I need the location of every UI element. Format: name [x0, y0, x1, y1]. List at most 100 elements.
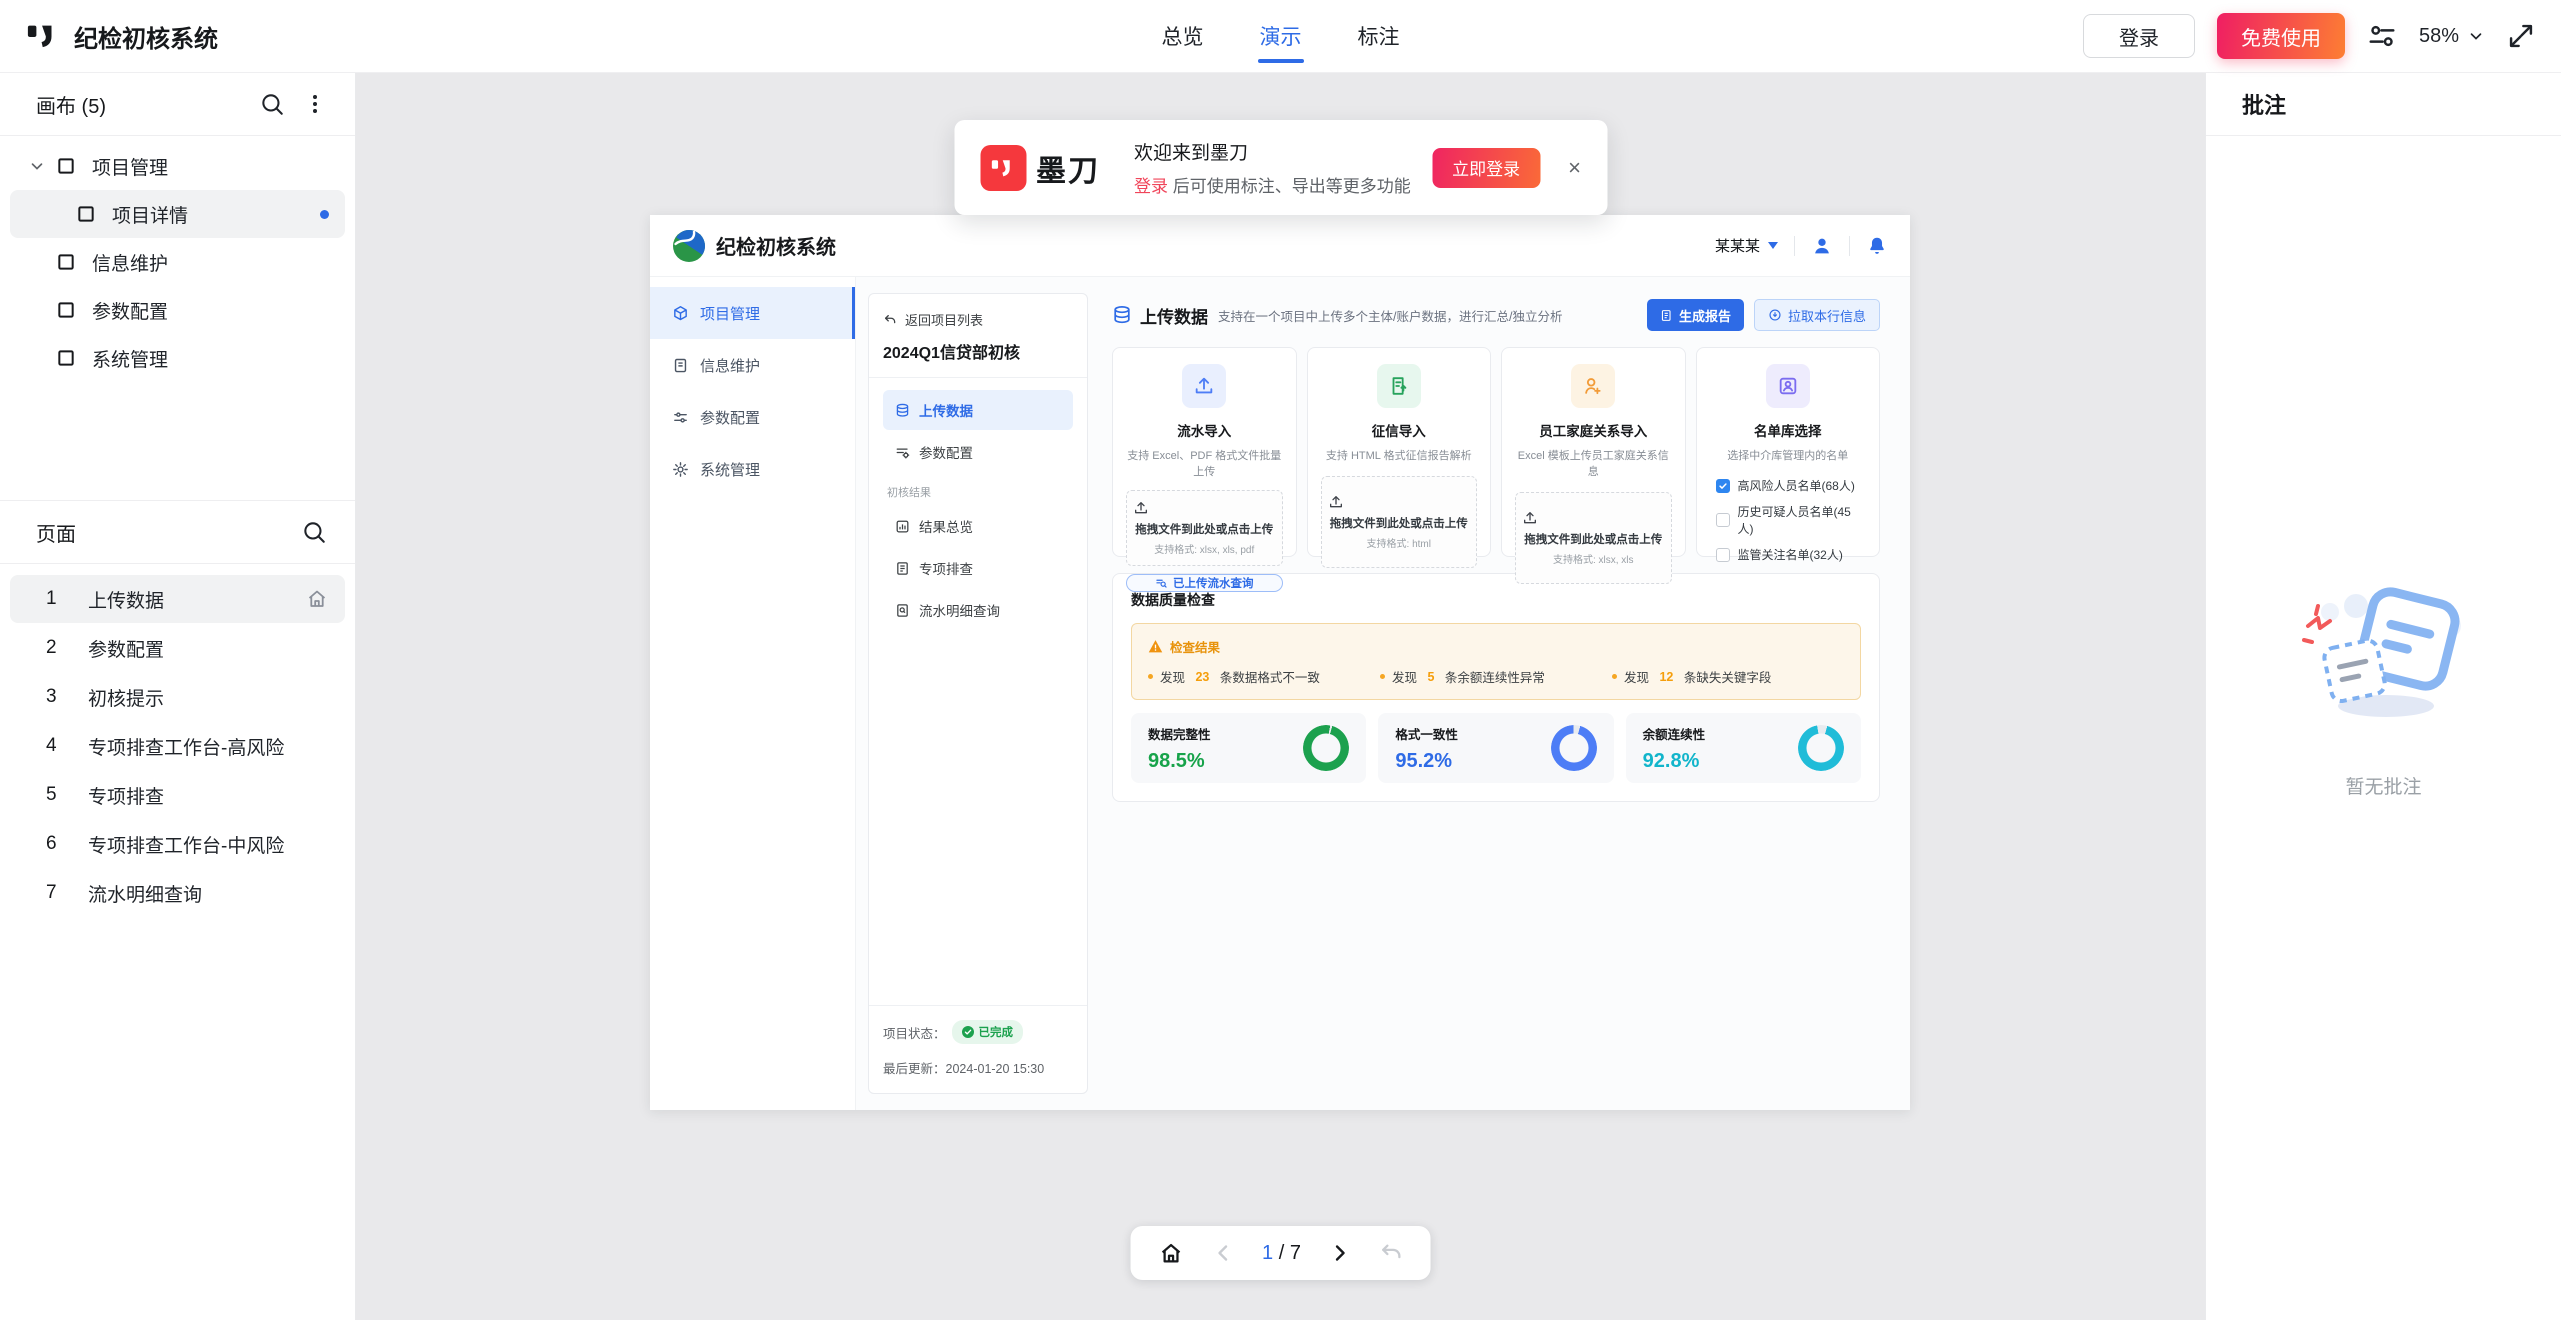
- panel-item-results-overview[interactable]: 结果总览: [883, 506, 1073, 546]
- drop-formats: 支持格式: html: [1328, 535, 1471, 550]
- fullscreen-icon[interactable]: [2507, 22, 2535, 50]
- checkbox-unchecked-icon[interactable]: [1716, 513, 1730, 527]
- frame-icon: [56, 252, 76, 272]
- panel-item-parameter-config[interactable]: 参数配置: [883, 432, 1073, 472]
- finding-count: 12: [1659, 670, 1673, 684]
- pull-bank-info-button[interactable]: 拉取本行信息: [1754, 299, 1880, 331]
- divider: [869, 377, 1087, 378]
- tree-item-system-management[interactable]: 系统管理: [0, 334, 355, 382]
- tab-overview[interactable]: 总览: [1162, 0, 1204, 72]
- search-icon[interactable]: [301, 519, 327, 545]
- page-number: 1: [46, 588, 62, 610]
- finding-count: 23: [1195, 670, 1209, 684]
- tab-annotate[interactable]: 标注: [1358, 0, 1400, 72]
- card-desc: 支持 HTML 格式征信报告解析: [1321, 447, 1478, 463]
- login-now-button[interactable]: 立即登录: [1432, 148, 1540, 188]
- quality-title: 数据质量检查: [1131, 590, 1861, 610]
- donut-chart: [1303, 725, 1349, 771]
- page-row[interactable]: 6 专项排查工作台-中风险: [10, 820, 345, 868]
- panel-item-statement-detail[interactable]: 流水明细查询: [883, 590, 1073, 630]
- settings-sliders-icon[interactable]: [2367, 21, 2397, 51]
- nav-item-project-management[interactable]: 项目管理: [650, 287, 855, 339]
- restart-icon[interactable]: [1379, 1241, 1404, 1266]
- updated-value: 2024-01-20 15:30: [946, 1062, 1045, 1076]
- system-logo-icon: [672, 229, 706, 263]
- nav-item-system-management[interactable]: 系统管理: [650, 443, 855, 495]
- tree-item-info-maintenance[interactable]: 信息维护: [0, 238, 355, 286]
- login-link[interactable]: 登录: [1134, 177, 1168, 196]
- donut-chart: [1798, 725, 1844, 771]
- checkbox-suspicious-list[interactable]: 历史可疑人员名单(45人): [1716, 503, 1867, 537]
- bell-icon[interactable]: [1866, 235, 1888, 257]
- check-result-title: 检查结果: [1170, 637, 1220, 656]
- zoom-control[interactable]: 58%: [2419, 25, 2485, 48]
- checkbox-checked-icon[interactable]: [1716, 479, 1730, 493]
- tree-item-project-management[interactable]: 项目管理: [0, 142, 355, 190]
- page-row[interactable]: 2 参数配置: [10, 624, 345, 672]
- dropzone-family[interactable]: 拖拽文件到此处或点击上传 支持格式: xlsx, xls: [1515, 492, 1672, 584]
- document-search-icon: [895, 603, 910, 618]
- page-label: 专项排查工作台-中风险: [88, 831, 329, 858]
- page-label: 流水明细查询: [88, 880, 329, 907]
- person-plus-icon: [1571, 364, 1615, 408]
- document-up-icon: [1377, 364, 1421, 408]
- content-title: 上传数据: [1140, 303, 1208, 328]
- prototype-header: 纪检初核系统 某某某: [650, 215, 1910, 277]
- status-value: 已完成: [979, 1024, 1014, 1040]
- panel-item-special-check[interactable]: 专项排查: [883, 548, 1073, 588]
- close-icon[interactable]: ×: [1568, 155, 1581, 181]
- kebab-menu-icon[interactable]: [303, 92, 327, 116]
- banner-title: 欢迎来到墨刀: [1134, 138, 1411, 165]
- quality-metrics: 数据完整性 98.5% 格式一致性 95.2%: [1131, 713, 1861, 783]
- brand-name: 墨刀: [1036, 146, 1100, 190]
- tree-item-parameter-config[interactable]: 参数配置: [0, 286, 355, 334]
- prev-page-icon[interactable]: [1211, 1241, 1235, 1265]
- topbar-actions: 登录 免费使用 58%: [2083, 13, 2535, 59]
- generate-report-button[interactable]: 生成报告: [1647, 299, 1744, 331]
- free-use-button[interactable]: 免费使用: [2217, 13, 2345, 59]
- dropzone-credit[interactable]: 拖拽文件到此处或点击上传 支持格式: html: [1321, 476, 1478, 568]
- search-icon[interactable]: [259, 91, 285, 117]
- login-button[interactable]: 登录: [2083, 14, 2195, 58]
- back-to-projects[interactable]: 返回项目列表: [883, 310, 1073, 329]
- checkbox-regulatory-list[interactable]: 监管关注名单(32人): [1716, 546, 1867, 563]
- next-page-icon[interactable]: [1328, 1241, 1352, 1265]
- app-brand: 纪检初核系统: [26, 19, 218, 54]
- user-menu[interactable]: 某某某: [1715, 235, 1760, 256]
- page-indicator: 1 / 7: [1262, 1242, 1301, 1265]
- home-icon: [305, 587, 329, 611]
- page-row[interactable]: 4 专项排查工作台-高风险: [10, 722, 345, 770]
- page-row[interactable]: 3 初核提示: [10, 673, 345, 721]
- card-title: 流水导入: [1126, 420, 1283, 440]
- page-row[interactable]: 7 流水明细查询: [10, 869, 345, 917]
- checkbox-high-risk-list[interactable]: 高风险人员名单(68人): [1716, 477, 1867, 494]
- tree-item-label: 参数配置: [92, 297, 168, 324]
- page-row[interactable]: 1 上传数据: [10, 575, 345, 623]
- page-row[interactable]: 5 专项排查: [10, 771, 345, 819]
- nav-item-parameter-config[interactable]: 参数配置: [650, 391, 855, 443]
- panel-item-upload-data[interactable]: 上传数据: [883, 390, 1073, 430]
- card-desc: 选择中介库管理内的名单: [1710, 447, 1867, 463]
- annotations-panel: 批注: [2205, 73, 2561, 1320]
- checkbox-unchecked-icon[interactable]: [1716, 548, 1730, 562]
- chevron-down-icon[interactable]: [28, 157, 46, 175]
- status-badge: 已完成: [952, 1020, 1024, 1044]
- dropzone-statement[interactable]: 拖拽文件到此处或点击上传 支持格式: xlsx, xls, pdf: [1126, 490, 1283, 566]
- nav-item-info-maintenance[interactable]: 信息维护: [650, 339, 855, 391]
- card-statement-import: 流水导入 支持 Excel、PDF 格式文件批量上传 拖拽文件到此处或点击上传 …: [1112, 347, 1297, 557]
- page-label: 专项排查工作台-高风险: [88, 733, 329, 760]
- check-result-box: 检查结果 发现 23 条数据格式不一致 发现 5 条余额连续性异常: [1131, 623, 1861, 700]
- drop-formats: 支持格式: xlsx, xls: [1522, 551, 1665, 566]
- tree-item-label: 项目管理: [92, 153, 168, 180]
- back-label: 返回项目列表: [905, 310, 983, 329]
- finding-count: 5: [1427, 670, 1434, 684]
- user-icon[interactable]: [1811, 235, 1833, 257]
- welcome-banner: 墨刀 欢迎来到墨刀 登录 后可使用标注、导出等更多功能 立即登录 ×: [954, 120, 1607, 215]
- frame-icon: [56, 348, 76, 368]
- database-icon: [895, 403, 910, 418]
- tab-present[interactable]: 演示: [1260, 0, 1302, 72]
- tree-item-project-detail[interactable]: 项目详情: [10, 190, 345, 238]
- presentation-canvas: 墨刀 欢迎来到墨刀 登录 后可使用标注、导出等更多功能 立即登录 × 纪检初核系…: [356, 73, 2205, 1320]
- tree-item-label: 系统管理: [92, 345, 168, 372]
- home-icon[interactable]: [1157, 1240, 1184, 1267]
